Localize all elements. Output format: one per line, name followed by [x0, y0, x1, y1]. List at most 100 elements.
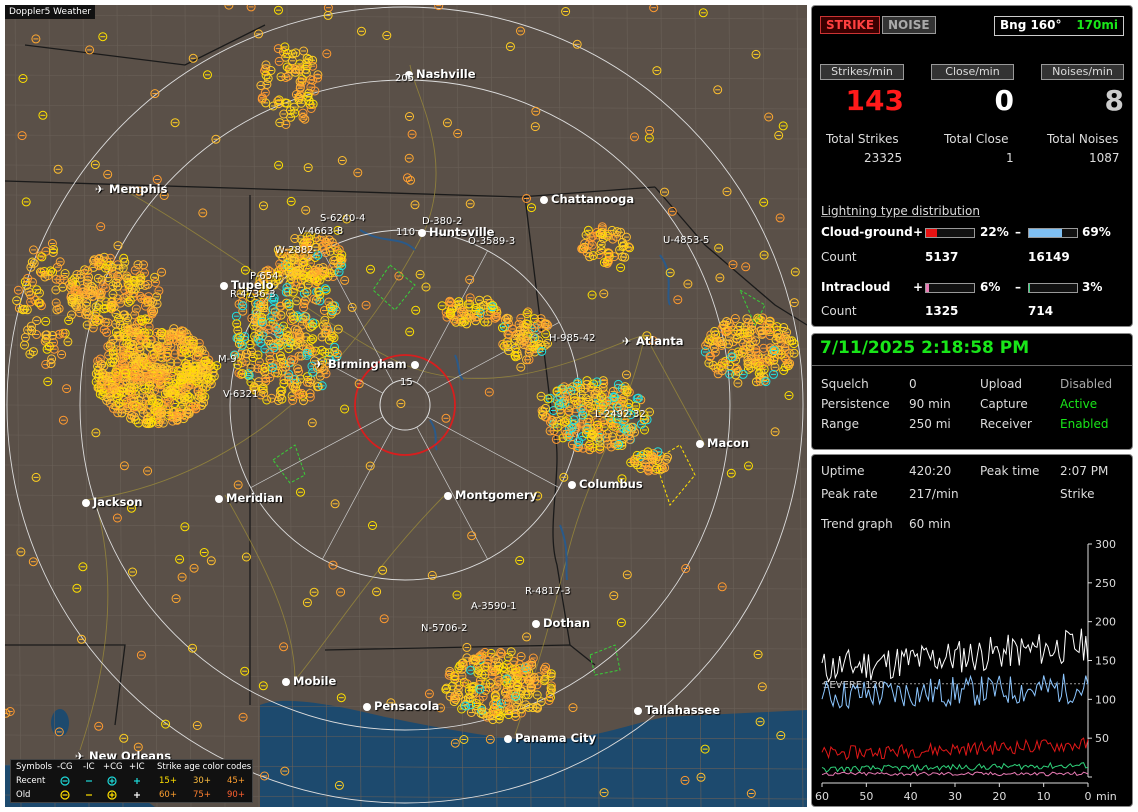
- ic-minus-sign: –: [1015, 280, 1021, 294]
- gulf-water: [260, 700, 807, 807]
- noises-per-min-value: 8: [1104, 84, 1124, 117]
- total-close-label: Total Close: [944, 132, 1009, 146]
- trend-x-tick-label: 10: [1037, 790, 1051, 803]
- airport-icon: ✈: [314, 358, 324, 371]
- symbol-legend: Symbols -CG -IC +CG +IC Strike age color…: [10, 759, 253, 803]
- range-label: Range: [821, 417, 860, 431]
- cg-plus-sign: +: [913, 225, 924, 239]
- receiver-label: Receiver: [980, 417, 1032, 431]
- ic-positive-count: 1325: [925, 304, 959, 318]
- cg-negative-bar: [1028, 228, 1078, 238]
- trend-series-total: [821, 628, 1089, 683]
- city-dot-icon: [444, 491, 452, 500]
- storm-cell-label[interactable]: L-2492-32: [595, 409, 646, 420]
- trend-x-tick-label: 40: [904, 790, 918, 803]
- storm-cell-label[interactable]: D-380-2: [422, 216, 462, 227]
- noises-per-min-header: Noises/min: [1041, 64, 1124, 80]
- trend-box: Uptime 420:20 Peak time 2:07 PM Peak rat…: [811, 454, 1133, 807]
- strike-stats-box: STRIKE NOISE Bng 160° 170mi Strikes/min …: [811, 5, 1133, 327]
- legend-age-recent-1: 15+: [159, 776, 177, 786]
- app-title: Doppler5 Weather: [5, 5, 96, 19]
- storm-cell-label[interactable]: M-9: [218, 354, 237, 365]
- cg-positive-percent: 22%: [980, 225, 1009, 239]
- storm-cell-label[interactable]: R-4736-3: [230, 289, 276, 300]
- city-name: Birmingham: [328, 357, 407, 371]
- trend-series-intracloud: [821, 761, 1089, 773]
- city-label: Mobile: [282, 674, 336, 688]
- storm-cell-label[interactable]: H-985-42: [549, 333, 596, 344]
- city-dot-icon: [282, 677, 290, 686]
- city-dot-icon: [410, 360, 419, 369]
- cg-negative-count: 16149: [1028, 250, 1070, 264]
- trend-x-tick-label: 20: [992, 790, 1006, 803]
- storm-cell-label[interactable]: N-5706-2: [421, 623, 468, 634]
- storm-cell-label[interactable]: 205: [395, 73, 414, 84]
- storm-cell-label[interactable]: 110: [396, 227, 415, 238]
- storm-cell-label[interactable]: A-3590-1: [471, 601, 517, 612]
- distribution-title: Lightning type distribution: [821, 204, 980, 218]
- storm-cell-label[interactable]: P-654-: [250, 271, 282, 282]
- capture-value: Active: [1060, 397, 1098, 411]
- city-dot-icon: [504, 734, 512, 743]
- noise-mode-button[interactable]: NOISE: [882, 16, 936, 34]
- trend-y-tick-label: 250: [1095, 577, 1116, 590]
- city-label: Dothan: [532, 616, 590, 630]
- storm-cell-label[interactable]: V-6321: [223, 389, 258, 400]
- city-name: Pensacola: [374, 699, 440, 713]
- trend-x-unit: min: [1096, 790, 1117, 803]
- bearing-value: Bng 160°: [1000, 18, 1062, 32]
- city-name: Jackson: [93, 495, 143, 509]
- intracloud-label: Intracloud: [821, 280, 891, 294]
- legend-col-ic-pos: +IC: [129, 762, 145, 772]
- radar-map[interactable]: Doppler5 Weather Nashville ✈ Memphis Chatta…: [5, 5, 807, 807]
- city-dot-icon: [634, 706, 642, 715]
- city-name: Meridian: [226, 491, 283, 505]
- city-label: Panama City: [504, 731, 596, 745]
- city-dot-icon: [363, 702, 371, 711]
- storm-cell-label[interactable]: O-3589-3: [468, 236, 515, 247]
- storm-cell-label[interactable]: V-4663-8: [298, 226, 343, 237]
- ic-negative-bar: [1028, 283, 1078, 293]
- legend-recent-label: Recent: [16, 776, 46, 786]
- cg-positive-count: 5137: [925, 250, 959, 264]
- ic-negative-percent: 3%: [1082, 280, 1103, 294]
- legend-col-cg-pos: +CG: [103, 762, 123, 772]
- trend-graph: 30025020015010050SEVERE 12060 50 40 30 20 10 0…: [815, 538, 1117, 803]
- ic-plus-sign: +: [913, 280, 924, 294]
- city-name: Panama City: [515, 731, 596, 745]
- stats-panel: STRIKE NOISE Bng 160° 170mi Strikes/min …: [811, 5, 1133, 807]
- map-canvas[interactable]: [5, 5, 807, 807]
- city-dot-icon: [568, 480, 576, 489]
- plot-value[interactable]: Strike: [1060, 487, 1095, 501]
- storm-cell-label[interactable]: W-2882-: [275, 245, 317, 256]
- ic-negative-count: 714: [1028, 304, 1054, 318]
- strike-mode-button[interactable]: STRIKE: [820, 16, 881, 34]
- storm-cell-label[interactable]: S-6240-4: [320, 213, 365, 224]
- trend-y-tick-label: 150: [1095, 655, 1116, 668]
- storm-cell-label[interactable]: 15: [400, 377, 413, 388]
- city-dot-icon: [540, 195, 548, 204]
- trend-y-tick-label: 200: [1095, 616, 1116, 629]
- cg-negative-percent: 69%: [1082, 225, 1111, 239]
- uptime-value: 420:20: [909, 464, 952, 478]
- legend-age-recent-3: 45+: [227, 776, 245, 786]
- city-name: Tallahassee: [645, 703, 721, 717]
- peak-time-label: Peak time: [980, 464, 1040, 478]
- trend-graph-label: Trend graph: [821, 517, 893, 531]
- trend-x-tick-label: 50: [859, 790, 873, 803]
- total-strikes-label: Total Strikes: [826, 132, 899, 146]
- peak-rate-label: Peak rate: [821, 487, 878, 501]
- ic-positive-percent: 6%: [980, 280, 1001, 294]
- close-per-min-header: Close/min: [931, 64, 1014, 80]
- city-name: Chattanooga: [551, 192, 635, 206]
- airport-icon: ✈: [95, 183, 105, 196]
- squelch-label: Squelch: [821, 377, 869, 391]
- close-per-min-value: 0: [994, 84, 1014, 117]
- legend-age-title: Strike age color codes: [157, 762, 252, 772]
- storm-cell-label[interactable]: R-4817-3: [525, 586, 571, 597]
- cg-minus-sign: –: [1015, 225, 1021, 239]
- uptime-label: Uptime: [821, 464, 865, 478]
- legend-age-old-1: 60+: [159, 790, 177, 800]
- storm-cell-label[interactable]: U-4853-5: [663, 235, 709, 246]
- legend-symbols-label: Symbols: [16, 762, 53, 772]
